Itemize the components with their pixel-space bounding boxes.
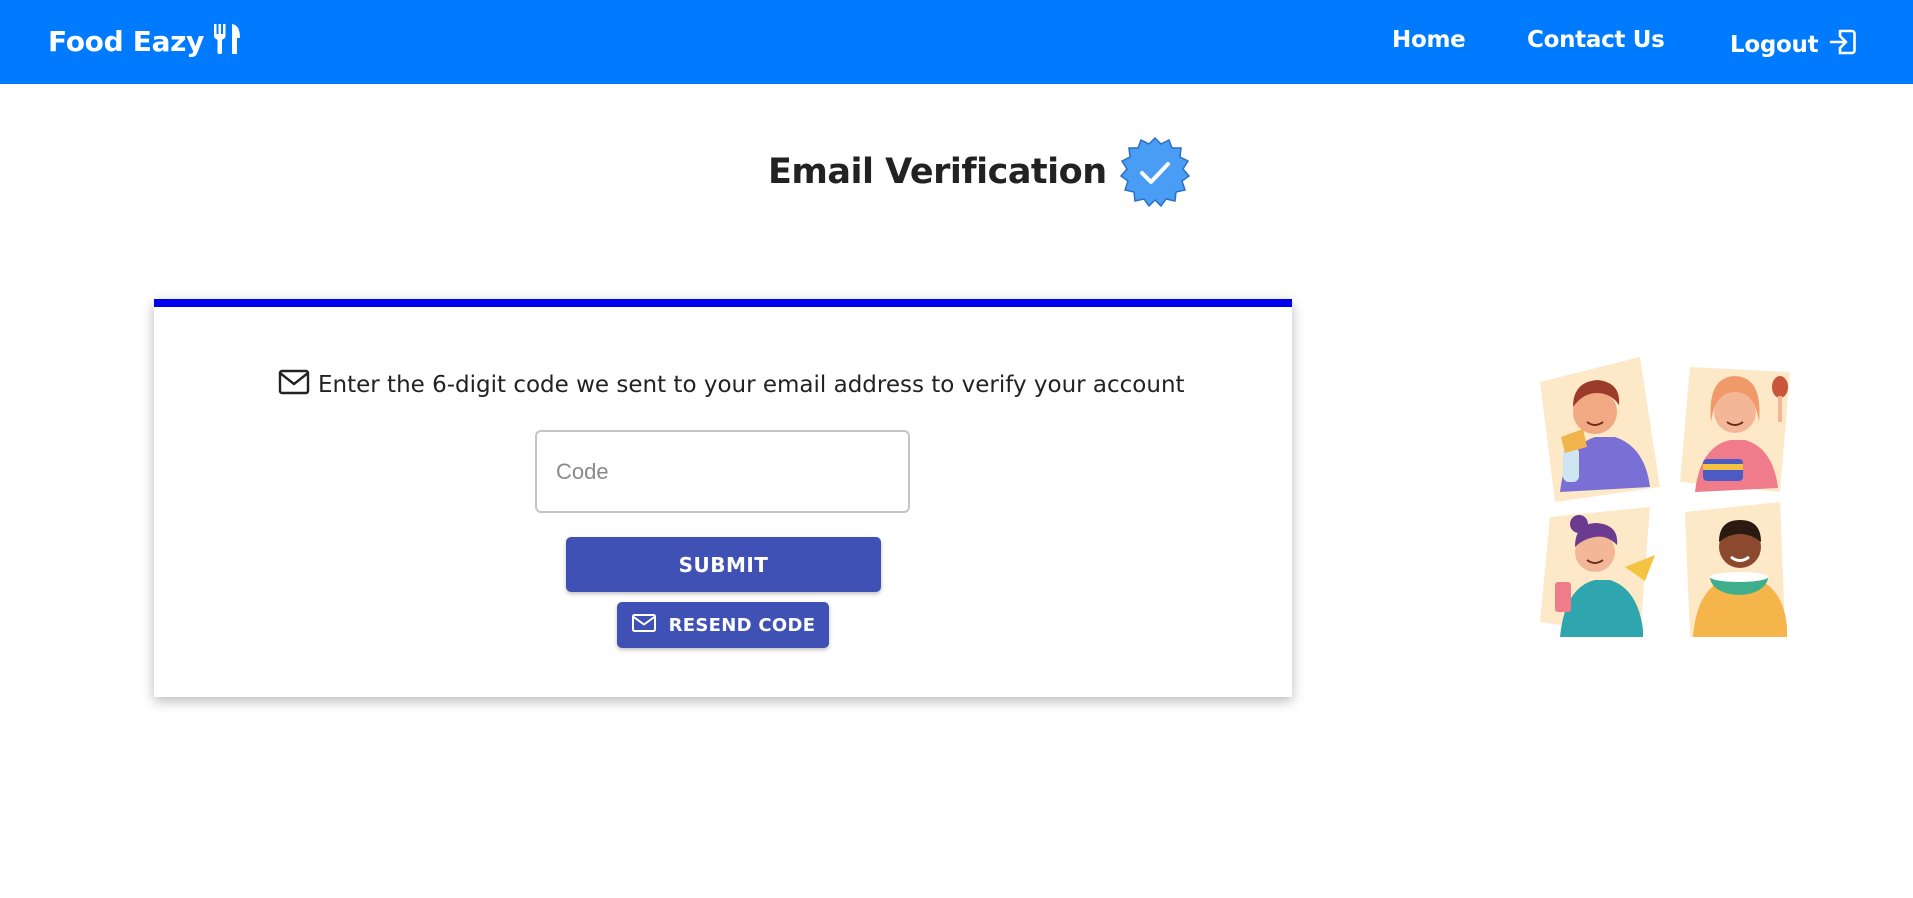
nav-contact-link[interactable]: Contact Us <box>1527 27 1665 53</box>
fork-knife-icon <box>212 22 242 61</box>
submit-button[interactable]: SUBMIT <box>566 537 881 592</box>
page-title: Email Verification <box>768 152 1107 192</box>
brand-name: Food Eazy <box>48 25 205 58</box>
instruction-text: Enter the 6-digit code we sent to your e… <box>318 372 1185 398</box>
logout-label: Logout <box>1730 32 1819 58</box>
people-eating-illustration <box>1535 352 1805 642</box>
verified-badge-icon <box>1119 136 1191 208</box>
envelope-icon <box>278 369 310 401</box>
navbar: Food Eazy Home Contact Us Logout <box>0 0 1913 84</box>
envelope-icon <box>631 613 657 638</box>
logout-icon <box>1828 27 1858 63</box>
resend-code-button[interactable]: RESEND CODE <box>617 602 829 648</box>
nav-logout-link[interactable]: Logout <box>1730 27 1858 63</box>
page-title-row: Email Verification <box>768 136 1191 208</box>
brand-logo[interactable]: Food Eazy <box>48 22 242 61</box>
nav-home-link[interactable]: Home <box>1392 27 1466 53</box>
resend-code-label: RESEND CODE <box>668 614 816 636</box>
code-input[interactable] <box>535 430 910 513</box>
verification-card: Enter the 6-digit code we sent to your e… <box>154 299 1292 697</box>
instruction-row: Enter the 6-digit code we sent to your e… <box>278 369 1185 401</box>
